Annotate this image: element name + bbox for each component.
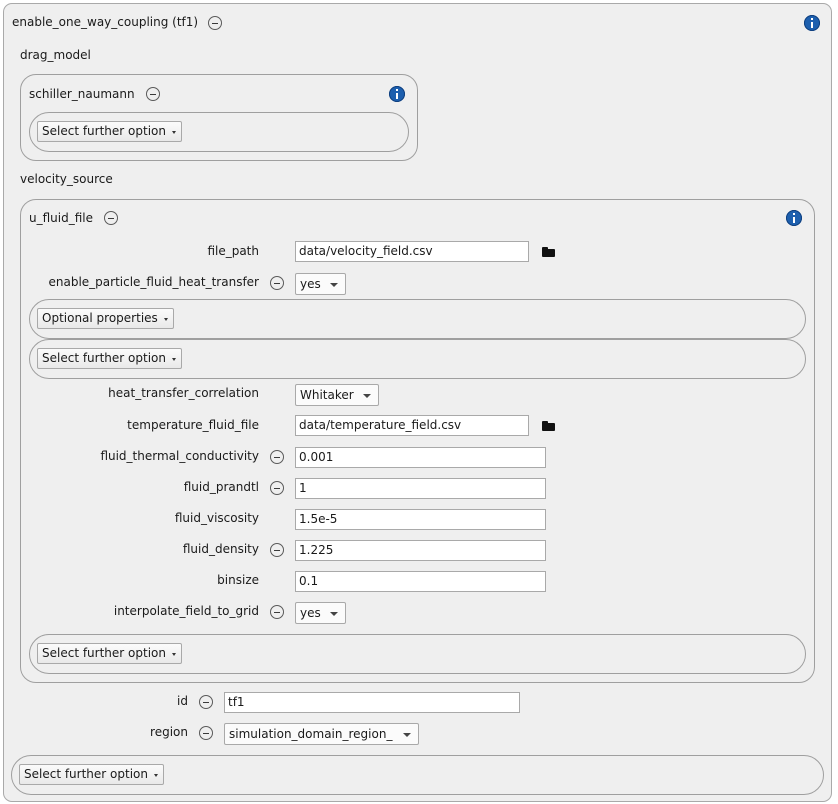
remove-fluid-thermal-conductivity-icon[interactable] — [270, 450, 284, 464]
button-label: Optional properties — [42, 311, 158, 325]
button-label: Select further option — [42, 351, 166, 365]
id-label: id — [177, 694, 188, 708]
panel-title: enable_one_way_coupling (tf1) — [12, 15, 199, 29]
drag-model-label: drag_model — [20, 48, 91, 62]
fluid-prandtl-label: fluid_prandtl — [183, 480, 259, 494]
temperature-fluid-file-label: temperature_fluid_file — [127, 418, 259, 432]
remove-fluid-density-icon[interactable] — [270, 543, 284, 557]
id-input[interactable]: tf1 — [224, 692, 520, 713]
fluid-viscosity-input[interactable]: 1.5e-5 — [295, 509, 546, 530]
select-value: yes — [300, 277, 321, 291]
temperature-fluid-file-input[interactable]: data/temperature_field.csv — [295, 415, 529, 436]
dropdown-caret-icon — [172, 653, 176, 656]
remove-fluid-prandtl-icon[interactable] — [270, 481, 284, 495]
velocity-source-label: velocity_source — [20, 172, 113, 186]
remove-coupling-icon[interactable] — [208, 16, 222, 30]
dropdown-caret-icon — [330, 612, 338, 616]
remove-drag-model-icon[interactable] — [146, 87, 160, 101]
fluid-thermal-conductivity-label: fluid_thermal_conductivity — [100, 449, 259, 463]
select-further-option-button[interactable]: Select further option — [37, 643, 182, 664]
info-icon[interactable] — [389, 86, 405, 102]
select-value: Whitaker — [300, 388, 354, 402]
interpolate-field-to-grid-select[interactable]: yes — [295, 602, 346, 624]
heat-transfer-correlation-select[interactable]: Whitaker — [295, 384, 379, 406]
file-path-label: file_path — [207, 244, 259, 258]
remove-heat-transfer-icon[interactable] — [270, 276, 284, 290]
dropdown-caret-icon — [403, 733, 411, 737]
remove-velocity-source-icon[interactable] — [104, 211, 118, 225]
fluid-density-label: fluid_density — [182, 542, 259, 556]
fluid-density-input[interactable]: 1.225 — [295, 540, 546, 561]
info-icon[interactable] — [804, 15, 820, 31]
dropdown-caret-icon — [154, 774, 158, 777]
button-label: Select further option — [24, 767, 148, 781]
folder-icon[interactable] — [542, 421, 555, 431]
remove-id-icon[interactable] — [199, 695, 213, 709]
remove-interpolate-field-icon[interactable] — [270, 605, 284, 619]
drag-model-option-label: schiller_naumann — [29, 87, 135, 101]
button-label: Select further option — [42, 646, 166, 660]
velocity-source-option-label: u_fluid_file — [29, 211, 93, 225]
fluid-prandtl-input[interactable]: 1 — [295, 478, 546, 499]
binsize-input[interactable]: 0.1 — [295, 571, 546, 592]
info-icon[interactable] — [786, 210, 802, 226]
fluid-thermal-conductivity-input[interactable]: 0.001 — [295, 447, 546, 468]
select-further-option-button[interactable]: Select further option — [19, 764, 164, 785]
heat-transfer-correlation-label: heat_transfer_correlation — [108, 386, 259, 400]
dropdown-caret-icon — [164, 318, 168, 321]
folder-icon[interactable] — [542, 247, 555, 257]
heat-transfer-select[interactable]: yes — [295, 273, 346, 295]
region-select[interactable]: simulation_domain_region_ — [224, 723, 419, 745]
dropdown-caret-icon — [172, 358, 176, 361]
optional-properties-button[interactable]: Optional properties — [37, 308, 174, 329]
fluid-viscosity-label: fluid_viscosity — [174, 511, 259, 525]
select-value: simulation_domain_region_ — [229, 727, 393, 741]
heat-transfer-label: enable_particle_fluid_heat_transfer — [48, 275, 260, 289]
select-value: yes — [300, 606, 321, 620]
button-label: Select further option — [42, 124, 166, 138]
select-further-option-button[interactable]: Select further option — [37, 121, 182, 142]
remove-region-icon[interactable] — [199, 726, 213, 740]
select-further-option-button[interactable]: Select further option — [37, 348, 182, 369]
dropdown-caret-icon — [363, 394, 371, 398]
dropdown-caret-icon — [172, 131, 176, 134]
binsize-label: binsize — [217, 573, 259, 587]
dropdown-caret-icon — [330, 283, 338, 287]
region-label: region — [150, 725, 188, 739]
file-path-input[interactable]: data/velocity_field.csv — [295, 241, 529, 262]
interpolate-field-to-grid-label: interpolate_field_to_grid — [113, 604, 259, 618]
